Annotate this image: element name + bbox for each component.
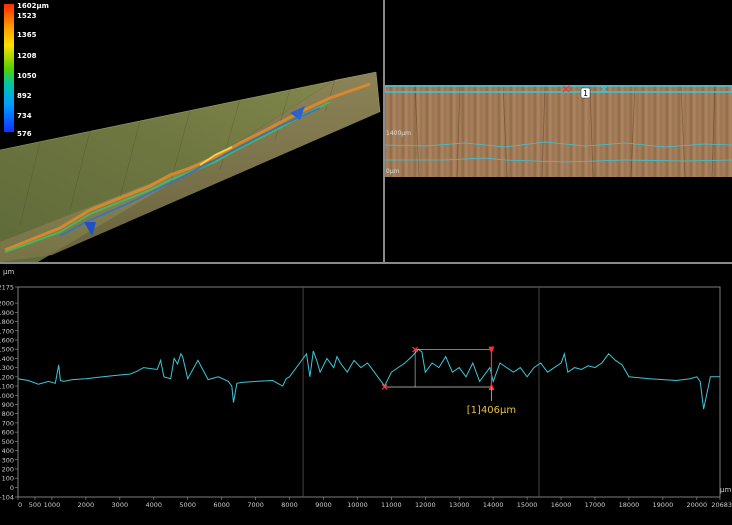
x-tick-label: 17000: [585, 501, 606, 509]
top-view-overlay: 1: [385, 84, 732, 178]
y-tick-label: 900: [2, 401, 14, 409]
y-tick-label: 2000: [0, 300, 14, 308]
x-tick-label: 1000: [44, 501, 61, 509]
legend-label: 892: [17, 92, 32, 100]
measurement-badge-label: 1: [583, 89, 588, 98]
x-tick-label: 5000: [179, 501, 196, 509]
top-view-panel[interactable]: 1 1400µm 0µm: [385, 0, 732, 262]
y-tick-label: 2175: [0, 284, 14, 292]
x-tick-label: 20000: [686, 501, 707, 509]
x-tick-label: 0: [18, 501, 22, 509]
y-tick-label: 1200: [0, 373, 14, 381]
x-tick-label: 7000: [247, 501, 264, 509]
x-tick-label: 3000: [112, 501, 129, 509]
y-tick-label: 100: [2, 475, 14, 483]
legend-label: 1050: [17, 72, 37, 80]
legend-label: 1365: [17, 31, 37, 39]
y-tick-label: 700: [2, 419, 14, 427]
x-tick-label: 18000: [619, 501, 640, 509]
y-tick-label: 400: [2, 447, 14, 455]
scale-label-bottom: 0µm: [386, 168, 400, 175]
x-tick-label: 6000: [213, 501, 230, 509]
x-tick-label: 8000: [281, 501, 298, 509]
y-tick-label: 200: [2, 465, 14, 473]
y-tick-label: 500: [2, 438, 14, 446]
legend-label-max: 1602µm: [17, 2, 49, 10]
color-scale-bar: [4, 4, 14, 132]
x-axis-ticks: 0 500 1000 2000 3000 4000 5000 6000 7000 8000 9000…: [17, 497, 732, 509]
x-tick-label: 15000: [517, 501, 538, 509]
y-tick-label: 1400: [0, 355, 14, 363]
profile-line-band[interactable]: [385, 85, 732, 93]
y-unit-label: µm: [3, 268, 14, 276]
x-tick-label: 14000: [483, 501, 504, 509]
y-tick-label: 1000: [0, 392, 14, 400]
x-tick-label: 13000: [449, 501, 470, 509]
3d-surface-render[interactable]: [0, 0, 383, 262]
profile-contour-line: [385, 141, 732, 148]
y-tick-label: 1900: [0, 309, 14, 317]
x-unit-label: µm: [720, 486, 731, 494]
x-tick-label: 11000: [381, 501, 402, 509]
y-tick-label: -104: [0, 494, 14, 502]
legend-label-min: 576: [17, 130, 32, 138]
x-tick-label: 10000: [347, 501, 368, 509]
x-tick-label: 500: [29, 501, 41, 509]
measurement-value-label[interactable]: [1]406µm: [467, 405, 516, 416]
y-tick-label: 800: [2, 410, 14, 418]
x-tick-label: 12000: [415, 501, 436, 509]
profile-contour-line: [385, 157, 732, 163]
scale-label-top: 1400µm: [386, 130, 411, 137]
chart-grid-lines: [302, 287, 540, 497]
x-tick-label: 16000: [551, 501, 572, 509]
legend-label: 1523: [17, 12, 37, 20]
height-arrow-top: [488, 346, 495, 354]
y-tick-label: 1500: [0, 346, 14, 354]
profile-chart-panel[interactable]: µm µm -104010020030040050060070080090010…: [0, 264, 732, 521]
y-tick-label: 0: [10, 484, 14, 492]
y-tick-label: 600: [2, 429, 14, 437]
profile-point-b-marker[interactable]: [600, 85, 608, 93]
profile-trace-line: [17, 348, 720, 410]
3d-view-panel[interactable]: 1602µm 1523 1365 1208 1050 892 734 576: [0, 0, 383, 262]
x-tick-label: 4000: [145, 501, 162, 509]
plot-frame: [17, 286, 721, 498]
legend-label: 1208: [17, 52, 37, 60]
x-tick-label: 2000: [78, 501, 95, 509]
y-tick-label: 1700: [0, 327, 14, 335]
x-tick-label: 9000: [315, 501, 332, 509]
y-tick-label: 1100: [0, 383, 14, 391]
measurement-overlay[interactable]: [381, 346, 495, 401]
y-tick-label: 300: [2, 456, 14, 464]
y-tick-label: 1800: [0, 318, 14, 326]
y-axis-ticks: -104 0100 200300400500600 70080090010001100…: [0, 284, 18, 502]
legend-label: 734: [17, 112, 32, 120]
x-tick-label: 19000: [653, 501, 674, 509]
profile-point-a-marker[interactable]: [562, 85, 570, 93]
profile-chart[interactable]: µm µm -104010020030040050060070080090010…: [0, 264, 732, 521]
y-tick-label: 1600: [0, 336, 14, 344]
y-tick-label: 1300: [0, 364, 14, 372]
x-tick-label: 20683: [711, 501, 732, 509]
